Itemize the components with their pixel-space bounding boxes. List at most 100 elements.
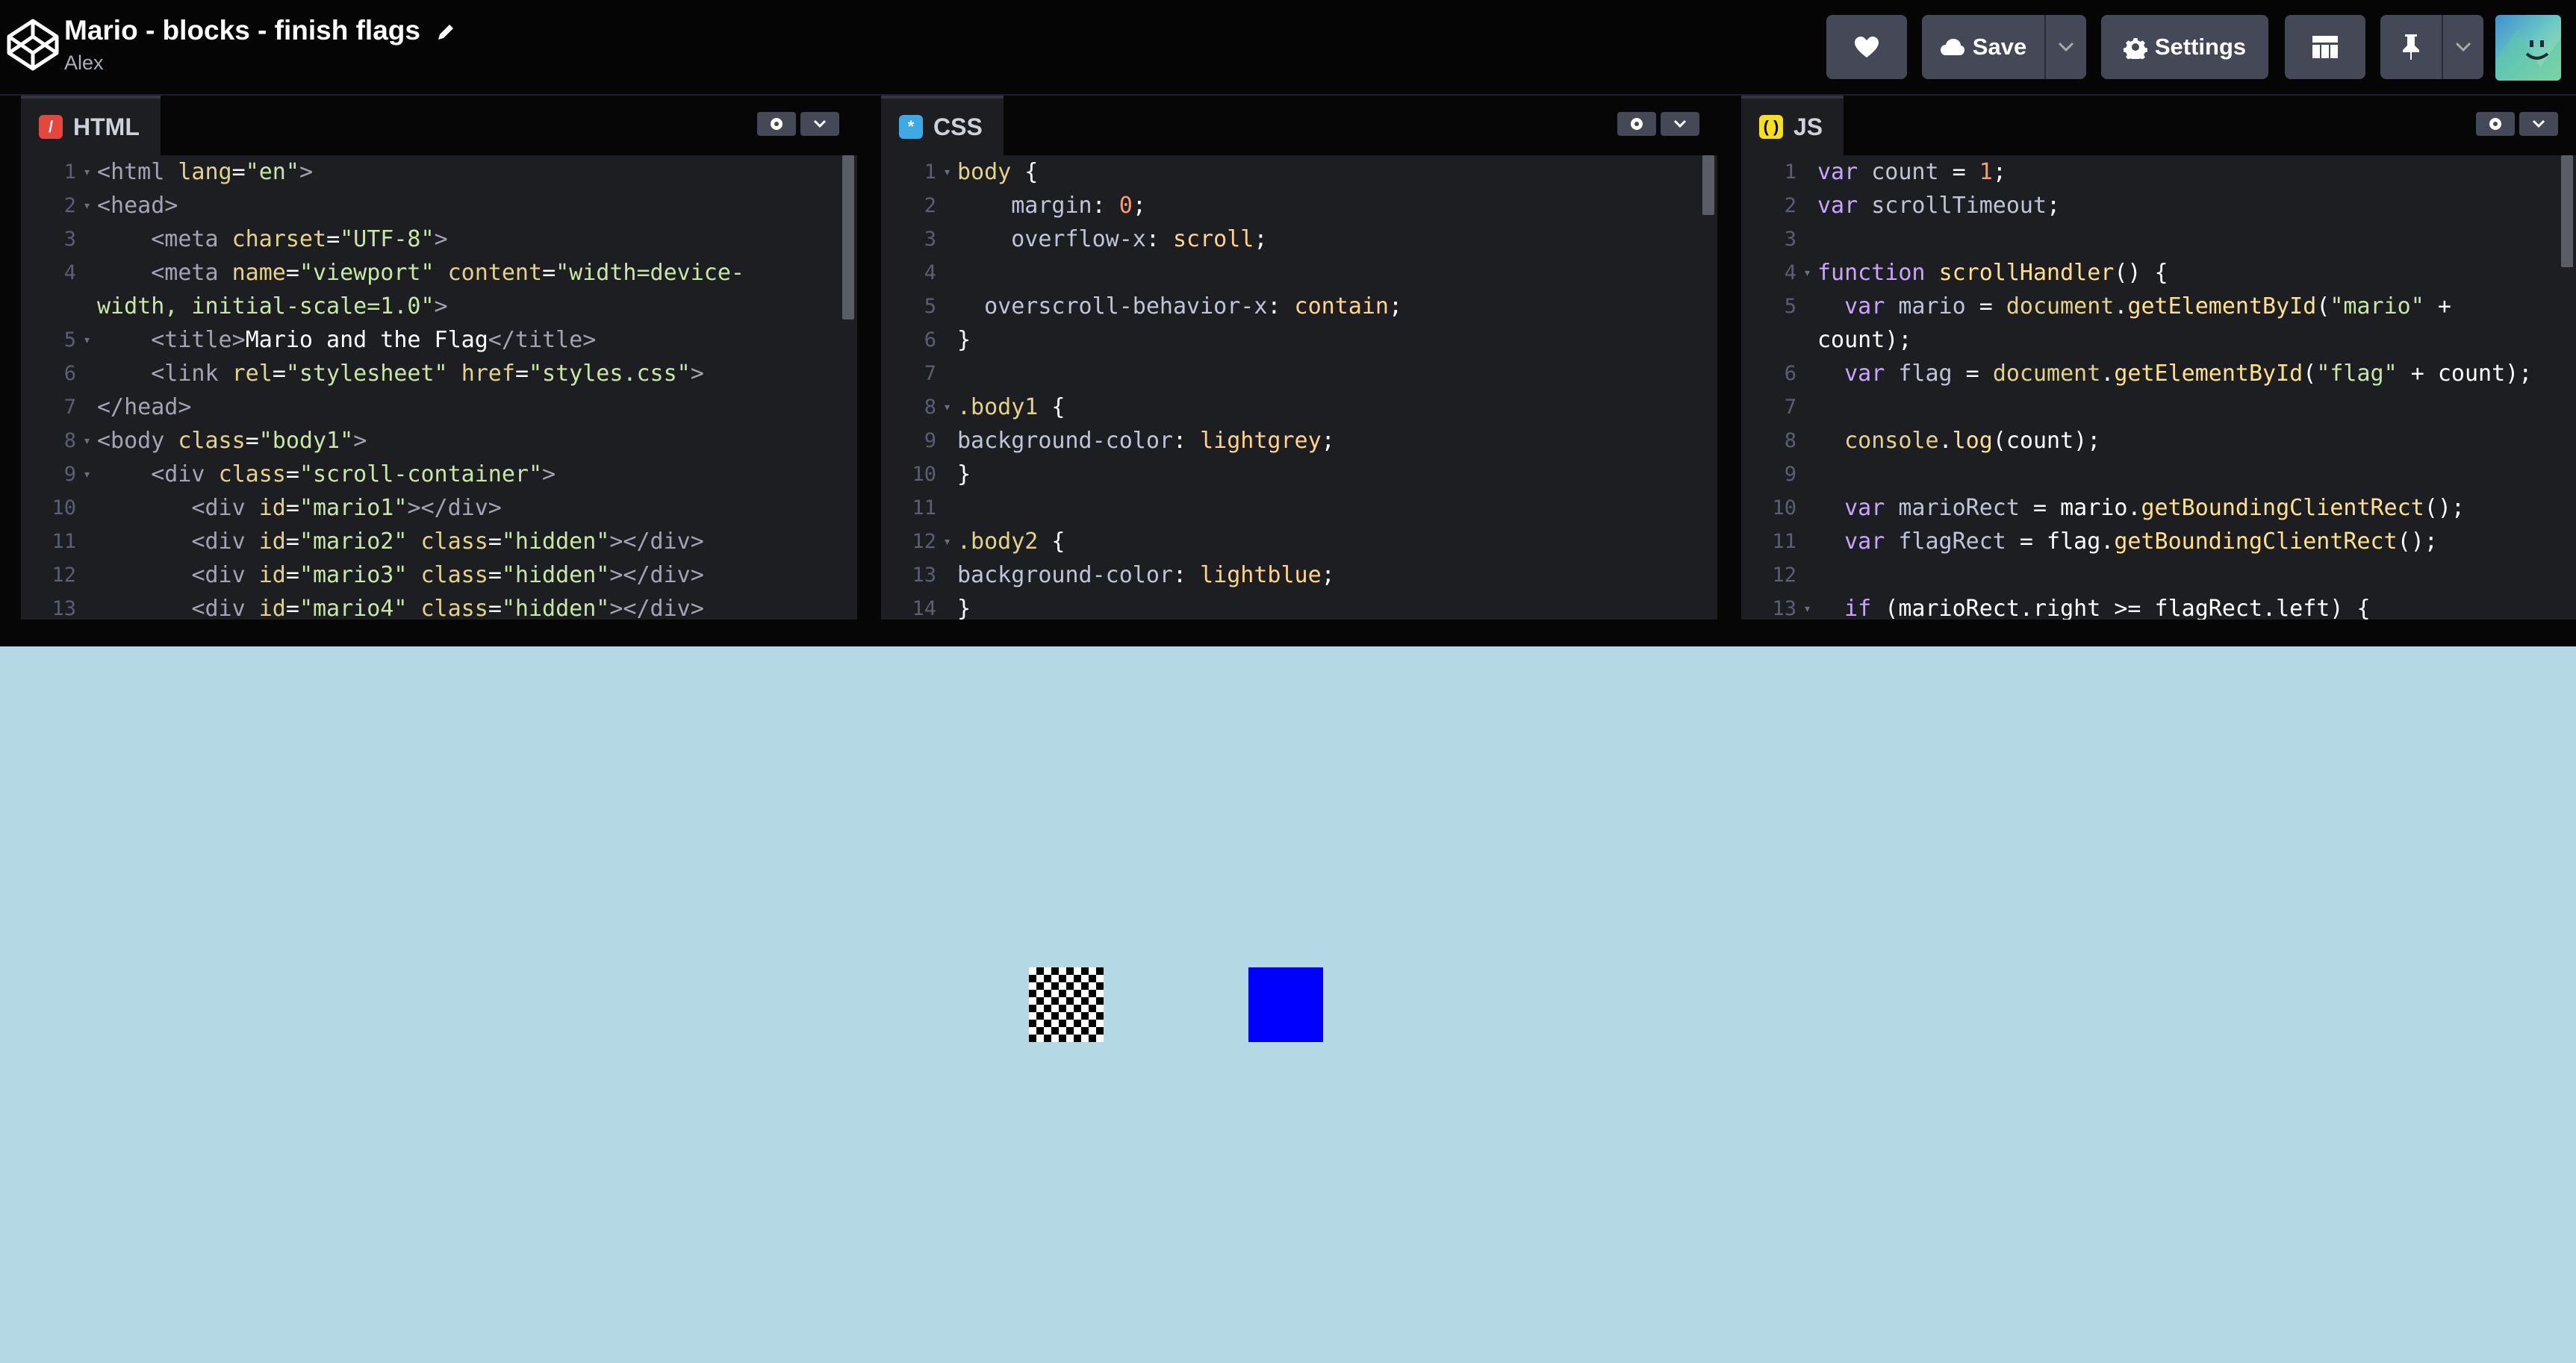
code-line[interactable]: 11 <div id="mario2" class="hidden"></div… xyxy=(21,525,839,558)
code-line[interactable]: 4 <meta name="viewport" content="width=d… xyxy=(21,256,839,323)
code-line[interactable]: 9 background-color: lightgrey; xyxy=(881,424,1699,458)
code-token: + count); xyxy=(2397,361,2533,387)
code-line[interactable]: 8 console.log(count); xyxy=(1741,424,2558,458)
code-line[interactable]: 5 overscroll-behavior-x: contain; xyxy=(881,290,1699,323)
change-view-button[interactable] xyxy=(2285,15,2365,79)
js-scroll-thumb[interactable] xyxy=(2561,155,2573,267)
editor-resize-handle[interactable] xyxy=(1717,96,1741,620)
html-scroll-thumb[interactable] xyxy=(842,155,854,319)
save-options-button[interactable] xyxy=(2044,15,2086,79)
fold-arrow-icon[interactable]: ▾ xyxy=(943,525,951,558)
code-line[interactable]: 2 margin: 0; xyxy=(881,189,1699,222)
code-line[interactable]: 7 xyxy=(1741,390,2558,424)
fold-arrow-icon[interactable]: ▾ xyxy=(1803,256,1811,290)
html-scrollbar[interactable] xyxy=(839,155,857,620)
css-options-button[interactable] xyxy=(1661,112,1699,136)
code-token: = xyxy=(231,159,246,185)
css-code-editor[interactable]: 1 ▾ body {2 margin: 0; 3 overflow-x: scroll… xyxy=(881,155,1699,620)
fold-arrow-icon[interactable]: ▾ xyxy=(83,155,91,189)
js-settings-button[interactable] xyxy=(2476,112,2515,136)
js-code-editor[interactable]: 1 var count = 1; 2 var scrollTimeout; 3 4 ▾ fun… xyxy=(1741,155,2558,620)
code-line[interactable]: 3 overflow-x: scroll; xyxy=(881,222,1699,256)
pin-options-button[interactable] xyxy=(2442,15,2483,79)
code-line[interactable]: 12 ▾ .body2 { xyxy=(881,525,1699,558)
fold-arrow-icon[interactable]: ▾ xyxy=(83,189,91,222)
tab-html[interactable]: / HTML xyxy=(21,96,161,155)
html-slash-icon: / xyxy=(39,115,63,139)
fold-arrow-icon[interactable]: ▾ xyxy=(83,424,91,458)
avatar[interactable] xyxy=(2495,15,2561,81)
tab-css-label: CSS xyxy=(933,113,983,140)
code-text: function scrollHandler() { xyxy=(1807,256,2168,290)
code-line[interactable]: 1 ▾ <html lang="en"> xyxy=(21,155,839,189)
css-settings-button[interactable] xyxy=(1617,112,1656,136)
editor-resize-handle[interactable] xyxy=(857,96,881,620)
tab-css[interactable]: * CSS xyxy=(881,96,1004,155)
code-line[interactable]: 8 ▾ <body class="body1"> xyxy=(21,424,839,458)
code-token: { xyxy=(1011,159,1039,185)
code-line[interactable]: 13 ▾ if (marioRect.right >= flagRect.left… xyxy=(1741,592,2558,620)
code-line[interactable]: 13 <div id="mario4" class="hidden"></div… xyxy=(21,592,839,620)
result-preview[interactable] xyxy=(0,646,2576,1363)
code-line[interactable]: 9 xyxy=(1741,458,2558,491)
tab-js[interactable]: ( ) JS xyxy=(1741,96,1844,155)
code-line[interactable]: 12 xyxy=(1741,558,2558,592)
html-settings-button[interactable] xyxy=(757,112,796,136)
code-line[interactable]: 4 ▾ function scrollHandler() { xyxy=(1741,256,2558,290)
code-line[interactable]: 1 ▾ body { xyxy=(881,155,1699,189)
css-pane-header: * CSS xyxy=(881,96,1717,155)
code-token: : xyxy=(1145,226,1173,252)
code-token: class xyxy=(218,461,286,487)
code-line[interactable]: 7 </head> xyxy=(21,390,839,424)
css-scrollbar[interactable] xyxy=(1699,155,1717,620)
fold-arrow-icon[interactable]: ▾ xyxy=(83,323,91,357)
js-scrollbar[interactable] xyxy=(2558,155,2576,620)
js-options-button[interactable] xyxy=(2519,112,2558,136)
code-line[interactable]: 4 xyxy=(881,256,1699,290)
save-label: Save xyxy=(1972,34,2027,60)
code-line[interactable]: 2 var scrollTimeout; xyxy=(1741,189,2558,222)
code-line[interactable]: 6} xyxy=(881,323,1699,357)
pin-button[interactable] xyxy=(2380,15,2442,79)
code-line[interactable]: 11 var flagRect = flag.getBoundingClient… xyxy=(1741,525,2558,558)
love-button[interactable] xyxy=(1826,15,1907,79)
save-button[interactable]: Save xyxy=(1922,15,2044,79)
code-line[interactable]: 7 xyxy=(881,357,1699,390)
settings-button[interactable]: Settings xyxy=(2101,15,2268,79)
code-line[interactable]: 1 var count = 1; xyxy=(1741,155,2558,189)
html-options-button[interactable] xyxy=(800,112,839,136)
fold-arrow-icon[interactable]: ▾ xyxy=(943,155,951,189)
code-line[interactable]: 12 <div id="mario3" class="hidden"></div… xyxy=(21,558,839,592)
code-line[interactable]: 11 xyxy=(881,491,1699,525)
code-line[interactable]: 2 ▾ <head> xyxy=(21,189,839,222)
code-line[interactable]: 3 xyxy=(1741,222,2558,256)
preview-resize-bar[interactable] xyxy=(0,620,2576,646)
code-line[interactable]: 10 var marioRect = mario.getBoundingClie… xyxy=(1741,491,2558,525)
fold-arrow-icon[interactable]: ▾ xyxy=(83,458,91,491)
code-line[interactable]: 8 ▾ .body1 { xyxy=(881,390,1699,424)
code-line[interactable]: 10 <div id="mario1"></div> xyxy=(21,491,839,525)
pen-title[interactable]: Mario - blocks - finish flags xyxy=(64,12,456,49)
pen-author[interactable]: Alex xyxy=(64,49,456,76)
css-scroll-thumb[interactable] xyxy=(1702,155,1714,215)
code-line[interactable]: 13 background-color: lightblue; xyxy=(881,558,1699,592)
pencil-icon[interactable] xyxy=(435,22,456,43)
fold-arrow-icon[interactable]: ▾ xyxy=(943,390,951,424)
code-line[interactable]: 5 var mario = document.getElementById("m… xyxy=(1741,290,2558,357)
code-line[interactable]: 6 var flag = document.getElementById("fl… xyxy=(1741,357,2558,390)
code-line[interactable]: 10} xyxy=(881,458,1699,491)
code-line[interactable]: 5 ▾ <title>Mario and the Flag</title> xyxy=(21,323,839,357)
fold-arrow-icon[interactable]: ▾ xyxy=(1803,592,1811,620)
pen-title-text[interactable]: Mario - blocks - finish flags xyxy=(64,15,420,46)
code-line[interactable]: 14} xyxy=(881,592,1699,620)
code-line[interactable]: 3 <meta charset="UTF-8"> xyxy=(21,222,839,256)
codepen-logo-icon[interactable] xyxy=(4,16,61,73)
line-number: 10 xyxy=(52,496,76,520)
code-text: <title>Mario and the Flag</title> xyxy=(87,323,596,357)
code-token: id xyxy=(258,528,286,555)
code-line[interactable]: 6 <link rel="stylesheet" href="styles.cs… xyxy=(21,357,839,390)
html-code-editor[interactable]: 1 ▾ <html lang="en"> 2 ▾ <head> 3 <meta charse… xyxy=(21,155,839,620)
code-token: 1 xyxy=(1979,159,1993,185)
code-line[interactable]: 9 ▾ <div class="scroll-container"> xyxy=(21,458,839,491)
